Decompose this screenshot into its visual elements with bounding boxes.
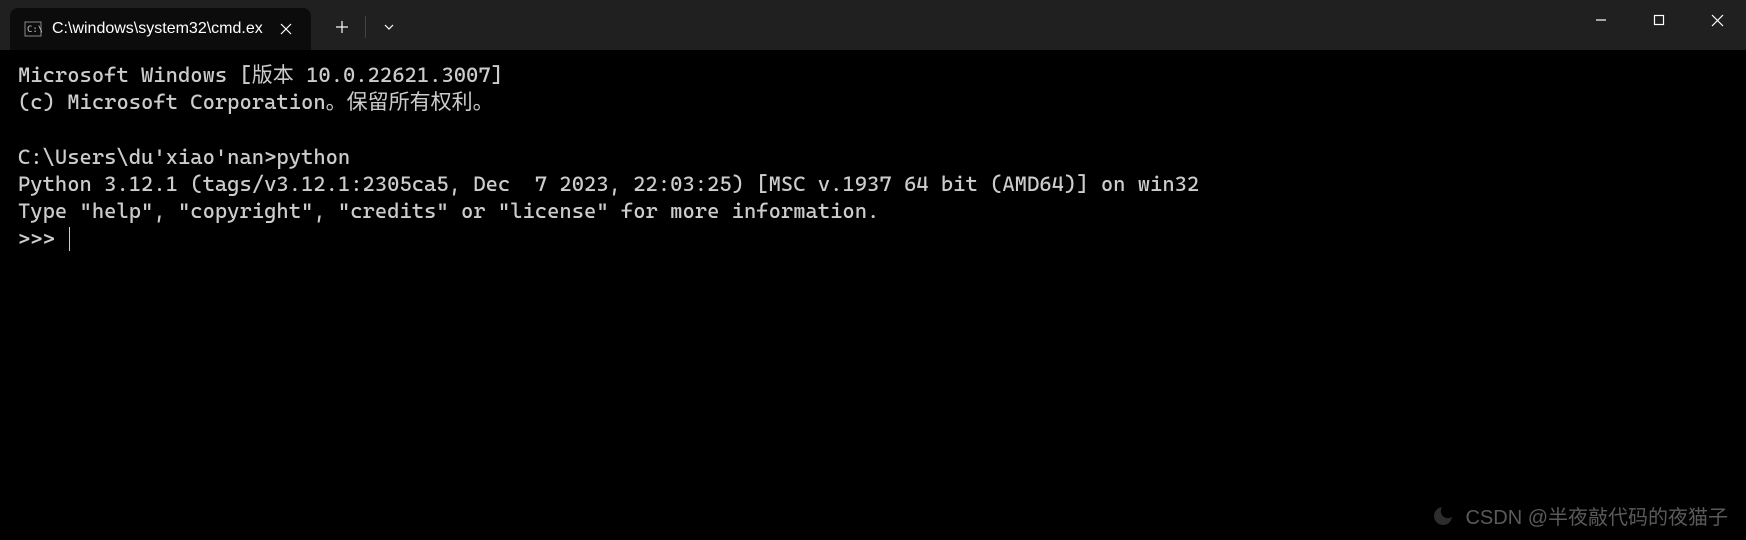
svg-text:C:\: C:\ xyxy=(27,25,42,35)
cursor xyxy=(69,227,70,251)
terminal-line: Microsoft Windows [版本 10.0.22621.3007] xyxy=(18,63,503,87)
tab-active[interactable]: C:\ C:\windows\system32\cmd.ex xyxy=(10,8,311,50)
new-tab-button[interactable] xyxy=(321,10,363,44)
terminal-line: C:\Users\du'xiao'nan>python xyxy=(18,145,350,169)
python-prompt: >>> xyxy=(18,226,67,253)
titlebar-divider xyxy=(365,16,366,38)
maximize-button[interactable] xyxy=(1630,0,1688,40)
tab-dropdown-button[interactable] xyxy=(368,10,410,44)
watermark-text: CSDN @半夜敲代码的夜猫子 xyxy=(1465,501,1728,530)
tab-title: C:\windows\system32\cmd.ex xyxy=(52,20,263,38)
watermark: CSDN @半夜敲代码的夜猫子 xyxy=(1431,501,1728,530)
cmd-icon: C:\ xyxy=(24,20,42,38)
close-button[interactable] xyxy=(1688,0,1746,40)
terminal-output[interactable]: Microsoft Windows [版本 10.0.22621.3007] (… xyxy=(0,50,1746,265)
terminal-line: Python 3.12.1 (tags/v3.12.1:2305ca5, Dec… xyxy=(18,172,1199,196)
titlebar-tab-controls xyxy=(321,10,410,44)
moon-icon xyxy=(1431,504,1455,528)
terminal-line: (c) Microsoft Corporation。保留所有权利。 xyxy=(18,90,494,114)
minimize-button[interactable] xyxy=(1572,0,1630,40)
window-controls xyxy=(1572,0,1746,40)
tab-close-button[interactable] xyxy=(273,16,299,42)
titlebar: C:\ C:\windows\system32\cmd.ex xyxy=(0,0,1746,50)
terminal-line: Type "help", "copyright", "credits" or "… xyxy=(18,199,879,223)
